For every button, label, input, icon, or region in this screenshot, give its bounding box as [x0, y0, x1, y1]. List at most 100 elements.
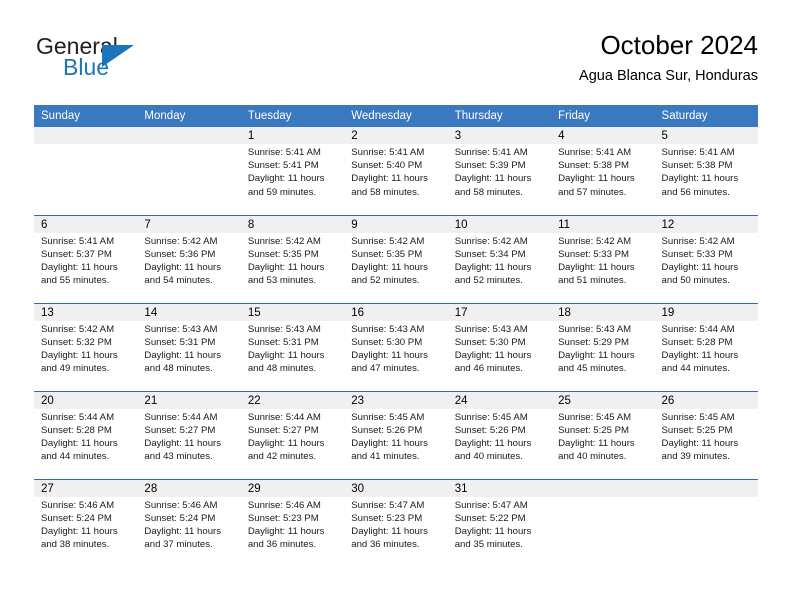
calendar-day-cell[interactable]: 24 Sunrise: 5:45 AM Sunset: 5:26 PM Dayligh…	[447, 390, 552, 479]
calendar-day-cell[interactable]: 1 Sunrise: 5:41 AM Sunset: 5:41 PM Daylight…	[240, 127, 345, 215]
calendar-day-cell[interactable]: 22 Sunrise: 5:44 AM Sunset: 5:27 PM Dayligh…	[240, 390, 345, 479]
day-details: Sunrise: 5:45 AM Sunset: 5:25 PM Daylight:…	[551, 409, 654, 464]
daylight-text: Daylight: 11 hours and 57 minutes.	[558, 173, 635, 198]
calendar-week-row: 13 Sunrise: 5:42 AM Sunset: 5:32 PM Dayligh…	[34, 302, 758, 391]
daylight-text: Daylight: 11 hours and 38 minutes.	[41, 525, 118, 551]
day-details: Sunrise: 5:42 AM Sunset: 5:36 PM Daylight:…	[137, 233, 240, 288]
calendar-day-cell[interactable]: 20 Sunrise: 5:44 AM Sunset: 5:28 PM Dayligh…	[34, 390, 138, 479]
daylight-text: Daylight: 11 hours and 46 minutes.	[454, 349, 532, 375]
day-number: 20	[34, 391, 138, 409]
sunset-text: Sunset: 5:22 PM	[454, 512, 526, 524]
calendar-day-cell[interactable]: 2 Sunrise: 5:41 AM Sunset: 5:40 PM Daylight…	[344, 127, 448, 215]
day-number	[137, 127, 241, 144]
calendar-day-cell[interactable]: 16 Sunrise: 5:43 AM Sunset: 5:30 PM Dayligh…	[344, 302, 448, 391]
weekday-header-friday: Friday	[551, 105, 655, 127]
calendar-day-cell[interactable]: 28 Sunrise: 5:46 AM Sunset: 5:24 PM Dayligh…	[137, 478, 241, 567]
calendar-day-cell[interactable]: 15 Sunrise: 5:43 AM Sunset: 5:31 PM Dayligh…	[240, 302, 345, 391]
sunrise-text: Sunrise: 5:44 AM	[661, 323, 735, 335]
sunrise-text: Sunrise: 5:46 AM	[144, 499, 218, 511]
day-number: 9	[344, 215, 448, 233]
daylight-text: Daylight: 11 hours and 40 minutes.	[454, 437, 532, 463]
day-details: Sunrise: 5:42 AM Sunset: 5:33 PM Daylight:…	[551, 233, 654, 288]
sunrise-text: Sunrise: 5:41 AM	[351, 147, 425, 158]
sunset-text: Sunset: 5:24 PM	[41, 512, 112, 524]
calendar-day-cell[interactable]: 21 Sunrise: 5:44 AM Sunset: 5:27 PM Dayligh…	[137, 390, 241, 479]
day-number: 13	[34, 303, 138, 321]
day-details: Sunrise: 5:43 AM Sunset: 5:30 PM Daylight:…	[344, 321, 447, 376]
calendar-day-cell[interactable]: 14 Sunrise: 5:43 AM Sunset: 5:31 PM Dayligh…	[137, 302, 241, 391]
daylight-text: Daylight: 11 hours and 50 minutes.	[661, 261, 739, 287]
calendar-day-cell[interactable]: 7 Sunrise: 5:42 AM Sunset: 5:36 PM Daylight…	[137, 214, 241, 303]
calendar-week-row: 20 Sunrise: 5:44 AM Sunset: 5:28 PM Dayligh…	[34, 390, 758, 479]
sunset-text: Sunset: 5:35 PM	[247, 248, 319, 260]
weekday-header-tuesday: Tuesday	[240, 105, 345, 127]
sunrise-text: Sunrise: 5:43 AM	[558, 323, 632, 335]
day-details: Sunrise: 5:42 AM Sunset: 5:32 PM Daylight:…	[34, 321, 137, 376]
daylight-text: Daylight: 11 hours and 37 minutes.	[144, 525, 222, 551]
sunrise-text: Sunrise: 5:43 AM	[454, 323, 528, 335]
general-blue-logo[interactable]: General Blue	[36, 33, 216, 89]
calendar-day-cell[interactable]: 30 Sunrise: 5:47 AM Sunset: 5:23 PM Dayligh…	[344, 478, 448, 567]
calendar-day-cell[interactable]: 10 Sunrise: 5:42 AM Sunset: 5:34 PM Dayligh…	[447, 214, 552, 303]
calendar-week-row: 27 Sunrise: 5:46 AM Sunset: 5:24 PM Dayligh…	[34, 478, 758, 567]
sunrise-text: Sunrise: 5:46 AM	[247, 499, 321, 511]
calendar-day-cell[interactable]: 19 Sunrise: 5:44 AM Sunset: 5:28 PM Dayligh…	[654, 302, 758, 391]
day-details: Sunrise: 5:43 AM Sunset: 5:30 PM Daylight:…	[448, 321, 551, 376]
day-number: 29	[240, 479, 345, 497]
calendar-day-cell[interactable]: 5 Sunrise: 5:41 AM Sunset: 5:38 PM Daylight…	[654, 127, 758, 215]
sunset-text: Sunset: 5:39 PM	[454, 160, 526, 172]
calendar-day-cell[interactable]: 27 Sunrise: 5:46 AM Sunset: 5:24 PM Dayligh…	[34, 478, 138, 567]
sunrise-text: Sunrise: 5:41 AM	[661, 147, 735, 158]
day-details: Sunrise: 5:47 AM Sunset: 5:23 PM Daylight:…	[344, 497, 447, 552]
calendar-day-cell-empty	[551, 478, 655, 567]
day-number: 23	[344, 391, 448, 409]
day-number: 17	[447, 303, 552, 321]
sunrise-text: Sunrise: 5:44 AM	[247, 411, 321, 423]
daylight-text: Daylight: 11 hours and 52 minutes.	[351, 261, 428, 287]
daylight-text: Daylight: 11 hours and 47 minutes.	[351, 349, 428, 375]
daylight-text: Daylight: 11 hours and 48 minutes.	[144, 349, 222, 375]
day-details: Sunrise: 5:41 AM Sunset: 5:40 PM Daylight:…	[344, 144, 447, 199]
sunset-text: Sunset: 5:38 PM	[661, 160, 733, 172]
sunset-text: Sunset: 5:27 PM	[247, 424, 319, 436]
calendar-day-cell[interactable]: 11 Sunrise: 5:42 AM Sunset: 5:33 PM Dayligh…	[551, 214, 655, 303]
day-details: Sunrise: 5:42 AM Sunset: 5:33 PM Daylight:…	[655, 233, 758, 288]
weekday-header-saturday: Saturday	[654, 105, 758, 127]
calendar-day-cell[interactable]: 9 Sunrise: 5:42 AM Sunset: 5:35 PM Daylight…	[344, 214, 448, 303]
day-details: Sunrise: 5:41 AM Sunset: 5:37 PM Daylight:…	[34, 233, 137, 288]
sunset-text: Sunset: 5:30 PM	[454, 336, 526, 348]
calendar-day-cell[interactable]: 12 Sunrise: 5:42 AM Sunset: 5:33 PM Dayligh…	[654, 214, 758, 303]
calendar-day-cell[interactable]: 4 Sunrise: 5:41 AM Sunset: 5:38 PM Daylight…	[551, 127, 655, 215]
sunrise-text: Sunrise: 5:43 AM	[144, 323, 218, 335]
daylight-text: Daylight: 11 hours and 55 minutes.	[41, 261, 118, 287]
sunset-text: Sunset: 5:33 PM	[558, 248, 630, 260]
calendar-day-cell-empty	[137, 127, 241, 215]
calendar-day-cell[interactable]: 3 Sunrise: 5:41 AM Sunset: 5:39 PM Daylight…	[447, 127, 552, 215]
sunrise-text: Sunrise: 5:42 AM	[351, 235, 425, 247]
calendar-week-row: 6 Sunrise: 5:41 AM Sunset: 5:37 PM Daylight…	[34, 214, 758, 303]
calendar-day-cell[interactable]: 29 Sunrise: 5:46 AM Sunset: 5:23 PM Dayligh…	[240, 478, 345, 567]
calendar-day-cell[interactable]: 25 Sunrise: 5:45 AM Sunset: 5:25 PM Dayligh…	[551, 390, 655, 479]
calendar-day-cell[interactable]: 6 Sunrise: 5:41 AM Sunset: 5:37 PM Daylight…	[34, 214, 138, 303]
calendar-day-cell[interactable]: 8 Sunrise: 5:42 AM Sunset: 5:35 PM Daylight…	[240, 214, 345, 303]
calendar-day-cell[interactable]: 31 Sunrise: 5:47 AM Sunset: 5:22 PM Dayligh…	[447, 478, 552, 567]
sunrise-text: Sunrise: 5:44 AM	[144, 411, 218, 423]
daylight-text: Daylight: 11 hours and 49 minutes.	[41, 349, 118, 375]
weekday-header-sunday: Sunday	[34, 105, 138, 127]
day-number: 22	[240, 391, 345, 409]
calendar-day-cell[interactable]: 17 Sunrise: 5:43 AM Sunset: 5:30 PM Dayligh…	[447, 302, 552, 391]
calendar-day-cell[interactable]: 18 Sunrise: 5:43 AM Sunset: 5:29 PM Dayligh…	[551, 302, 655, 391]
day-details: Sunrise: 5:43 AM Sunset: 5:31 PM Daylight:…	[241, 321, 344, 376]
day-number: 27	[34, 479, 138, 497]
calendar-day-cell[interactable]: 23 Sunrise: 5:45 AM Sunset: 5:26 PM Dayligh…	[344, 390, 448, 479]
daylight-text: Daylight: 11 hours and 35 minutes.	[454, 525, 532, 551]
calendar-day-cell[interactable]: 13 Sunrise: 5:42 AM Sunset: 5:32 PM Dayligh…	[34, 302, 138, 391]
title-block: October 2024 Agua Blanca Sur, Honduras	[579, 28, 758, 87]
weekday-header-wednesday: Wednesday	[344, 105, 448, 127]
sunrise-text: Sunrise: 5:43 AM	[247, 323, 321, 335]
calendar-day-cell[interactable]: 26 Sunrise: 5:45 AM Sunset: 5:25 PM Dayligh…	[654, 390, 758, 479]
day-details: Sunrise: 5:44 AM Sunset: 5:27 PM Daylight:…	[241, 409, 344, 464]
day-details: Sunrise: 5:41 AM Sunset: 5:41 PM Daylight:…	[241, 144, 344, 199]
sunset-text: Sunset: 5:40 PM	[351, 160, 423, 172]
day-details: Sunrise: 5:45 AM Sunset: 5:25 PM Daylight:…	[655, 409, 758, 464]
